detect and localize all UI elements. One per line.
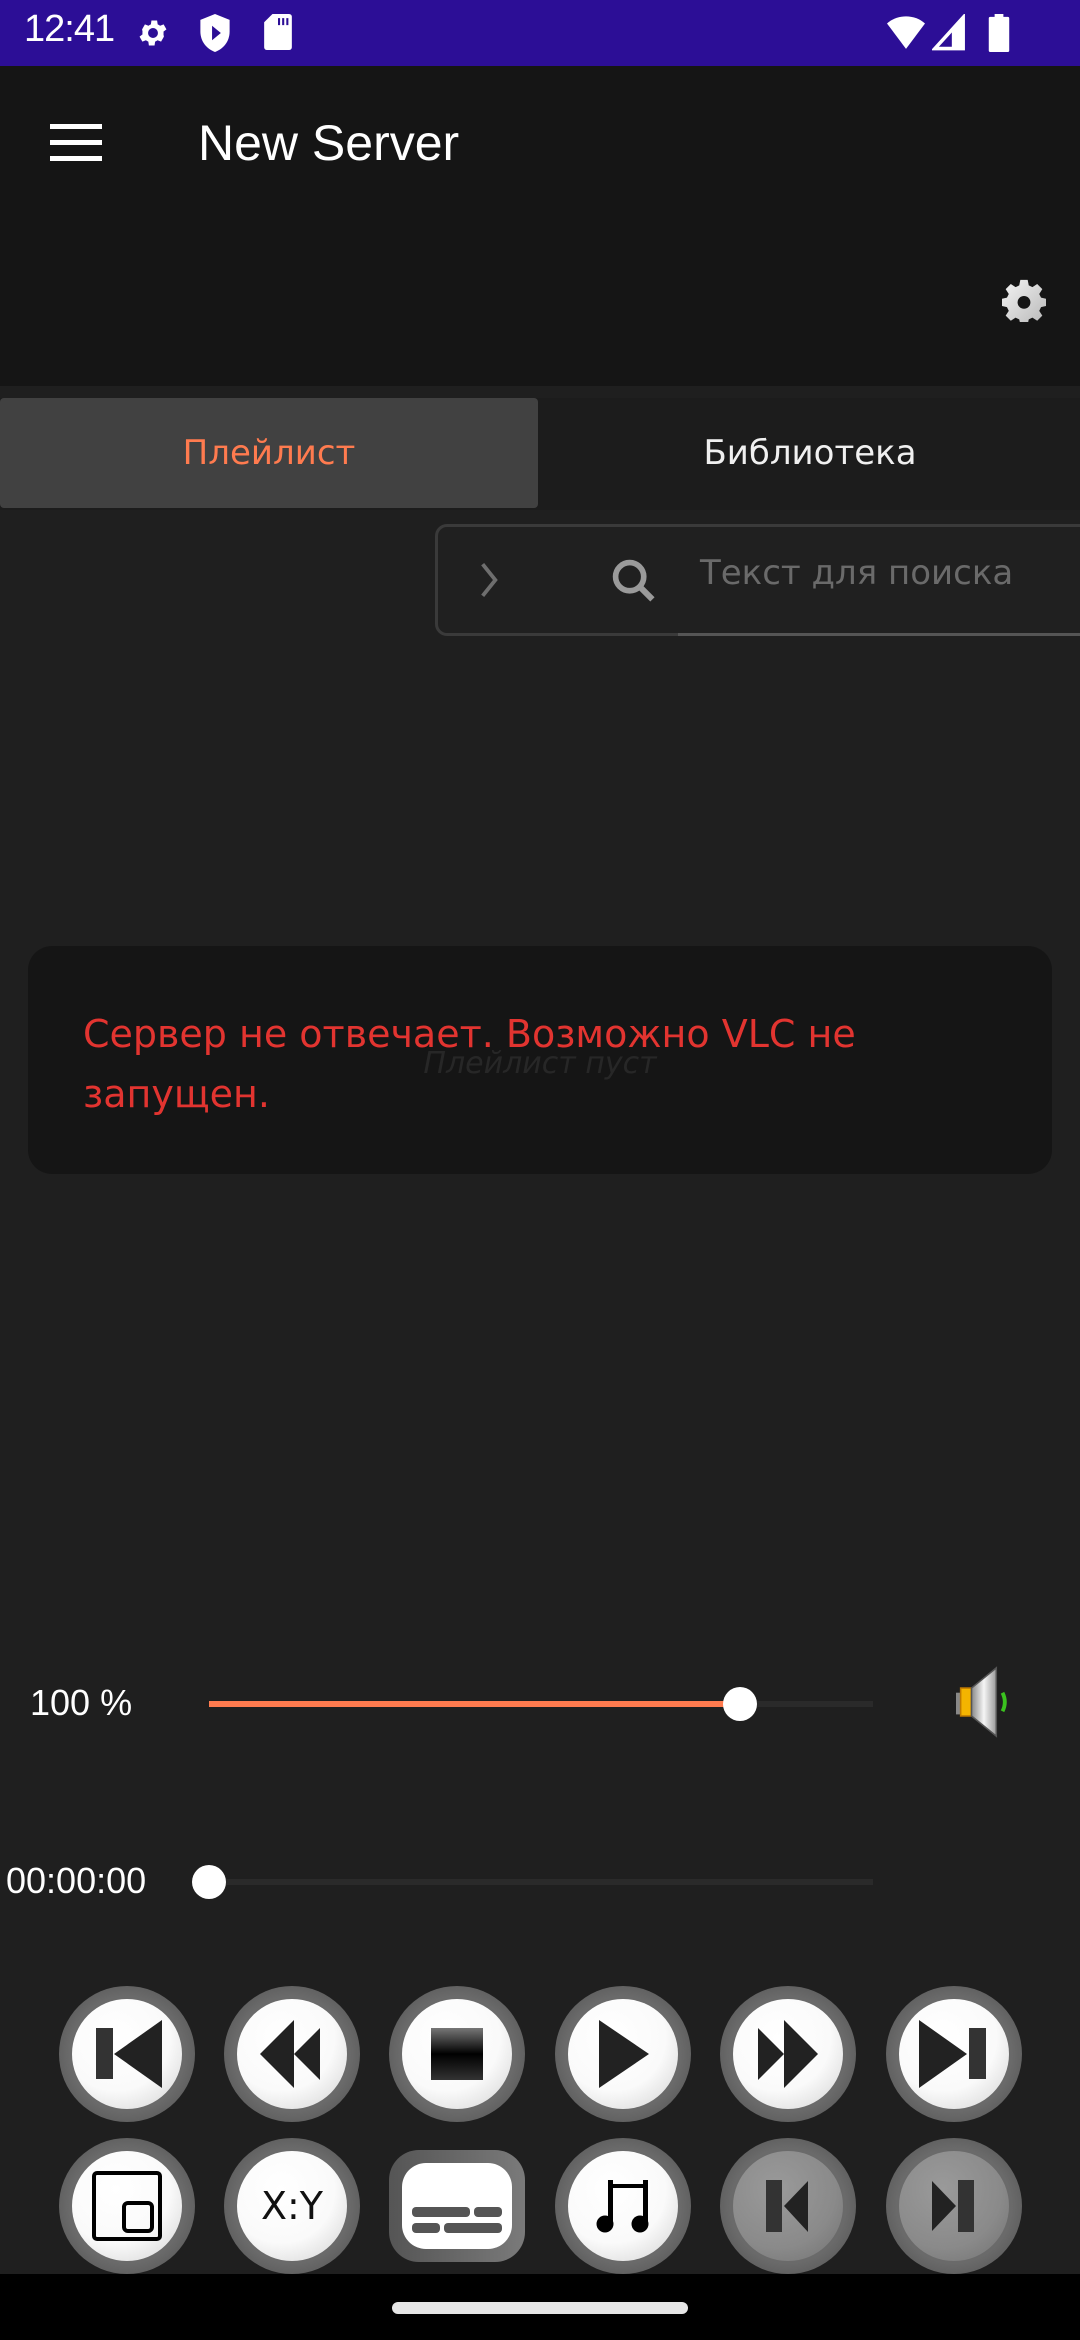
tab-bar: Плейлист Библиотека <box>0 398 1080 510</box>
frame-forward-button[interactable] <box>886 2138 1022 2274</box>
fast-forward-icon <box>758 2020 818 2088</box>
fast-forward-button[interactable] <box>720 1986 856 2122</box>
subtitles-button[interactable] <box>389 2150 525 2262</box>
search-input[interactable] <box>688 537 1080 619</box>
position-track <box>209 1879 873 1885</box>
frame-forward-icon <box>932 2180 974 2232</box>
skip-previous-icon <box>96 2020 162 2088</box>
position-thumb[interactable] <box>192 1865 226 1899</box>
aspect-ratio-button[interactable]: X:Y <box>224 2138 360 2274</box>
status-time: 12:41 <box>24 8 115 50</box>
chevron-right-icon[interactable] <box>478 561 500 599</box>
sd-card-icon <box>264 14 292 50</box>
page-title: New Server <box>198 115 460 171</box>
system-nav-bar <box>0 2274 1080 2340</box>
rewind-icon <box>260 2020 320 2088</box>
home-gesture-handle[interactable] <box>392 2302 688 2314</box>
volume-slider[interactable] <box>209 1684 873 1724</box>
search-bar: Текст для поиска <box>435 524 1080 636</box>
status-bar: 12:41 <box>0 0 1080 66</box>
stop-button[interactable] <box>389 1986 525 2122</box>
skip-next-button[interactable] <box>886 1986 1022 2122</box>
speaker-icon[interactable] <box>956 1666 1018 1738</box>
search-underline <box>678 633 1080 636</box>
settings-icon <box>139 20 167 46</box>
frame-back-button[interactable] <box>720 2138 856 2274</box>
app-bar: New Server <box>0 66 1080 386</box>
play-icon <box>599 2020 649 2088</box>
fullscreen-window-icon <box>92 2171 162 2241</box>
hamburger-menu-icon[interactable] <box>50 124 104 162</box>
position-time: 00:00:00 <box>6 1860 147 1901</box>
wifi-icon <box>887 16 925 49</box>
volume-thumb[interactable] <box>723 1687 757 1721</box>
search-icon <box>612 559 655 602</box>
gear-icon[interactable] <box>1002 278 1046 322</box>
rewind-button[interactable] <box>224 1986 360 2122</box>
play-button[interactable] <box>555 1986 691 2122</box>
skip-previous-button[interactable] <box>59 1986 195 2122</box>
fullscreen-button[interactable] <box>59 2138 195 2274</box>
shield-play-icon <box>200 14 230 52</box>
stop-icon <box>431 2028 483 2080</box>
skip-next-icon <box>919 2020 986 2088</box>
position-slider[interactable] <box>192 1862 873 1902</box>
tab-library[interactable]: Библиотека <box>540 398 1080 508</box>
subtitles-icon <box>412 2207 502 2233</box>
volume-label: 100 % <box>30 1682 133 1723</box>
music-note-icon <box>596 2180 649 2233</box>
volume-fill <box>209 1701 740 1707</box>
audio-track-button[interactable] <box>555 2138 691 2274</box>
battery-icon <box>988 14 1010 52</box>
cell-signal-icon <box>932 14 965 51</box>
aspect-ratio-icon: X:Y <box>260 2184 324 2228</box>
frame-back-icon <box>766 2180 808 2232</box>
tab-playlist[interactable]: Плейлист <box>0 398 538 508</box>
playlist-empty-text-overlay: Плейлист пуст <box>423 1046 657 1081</box>
